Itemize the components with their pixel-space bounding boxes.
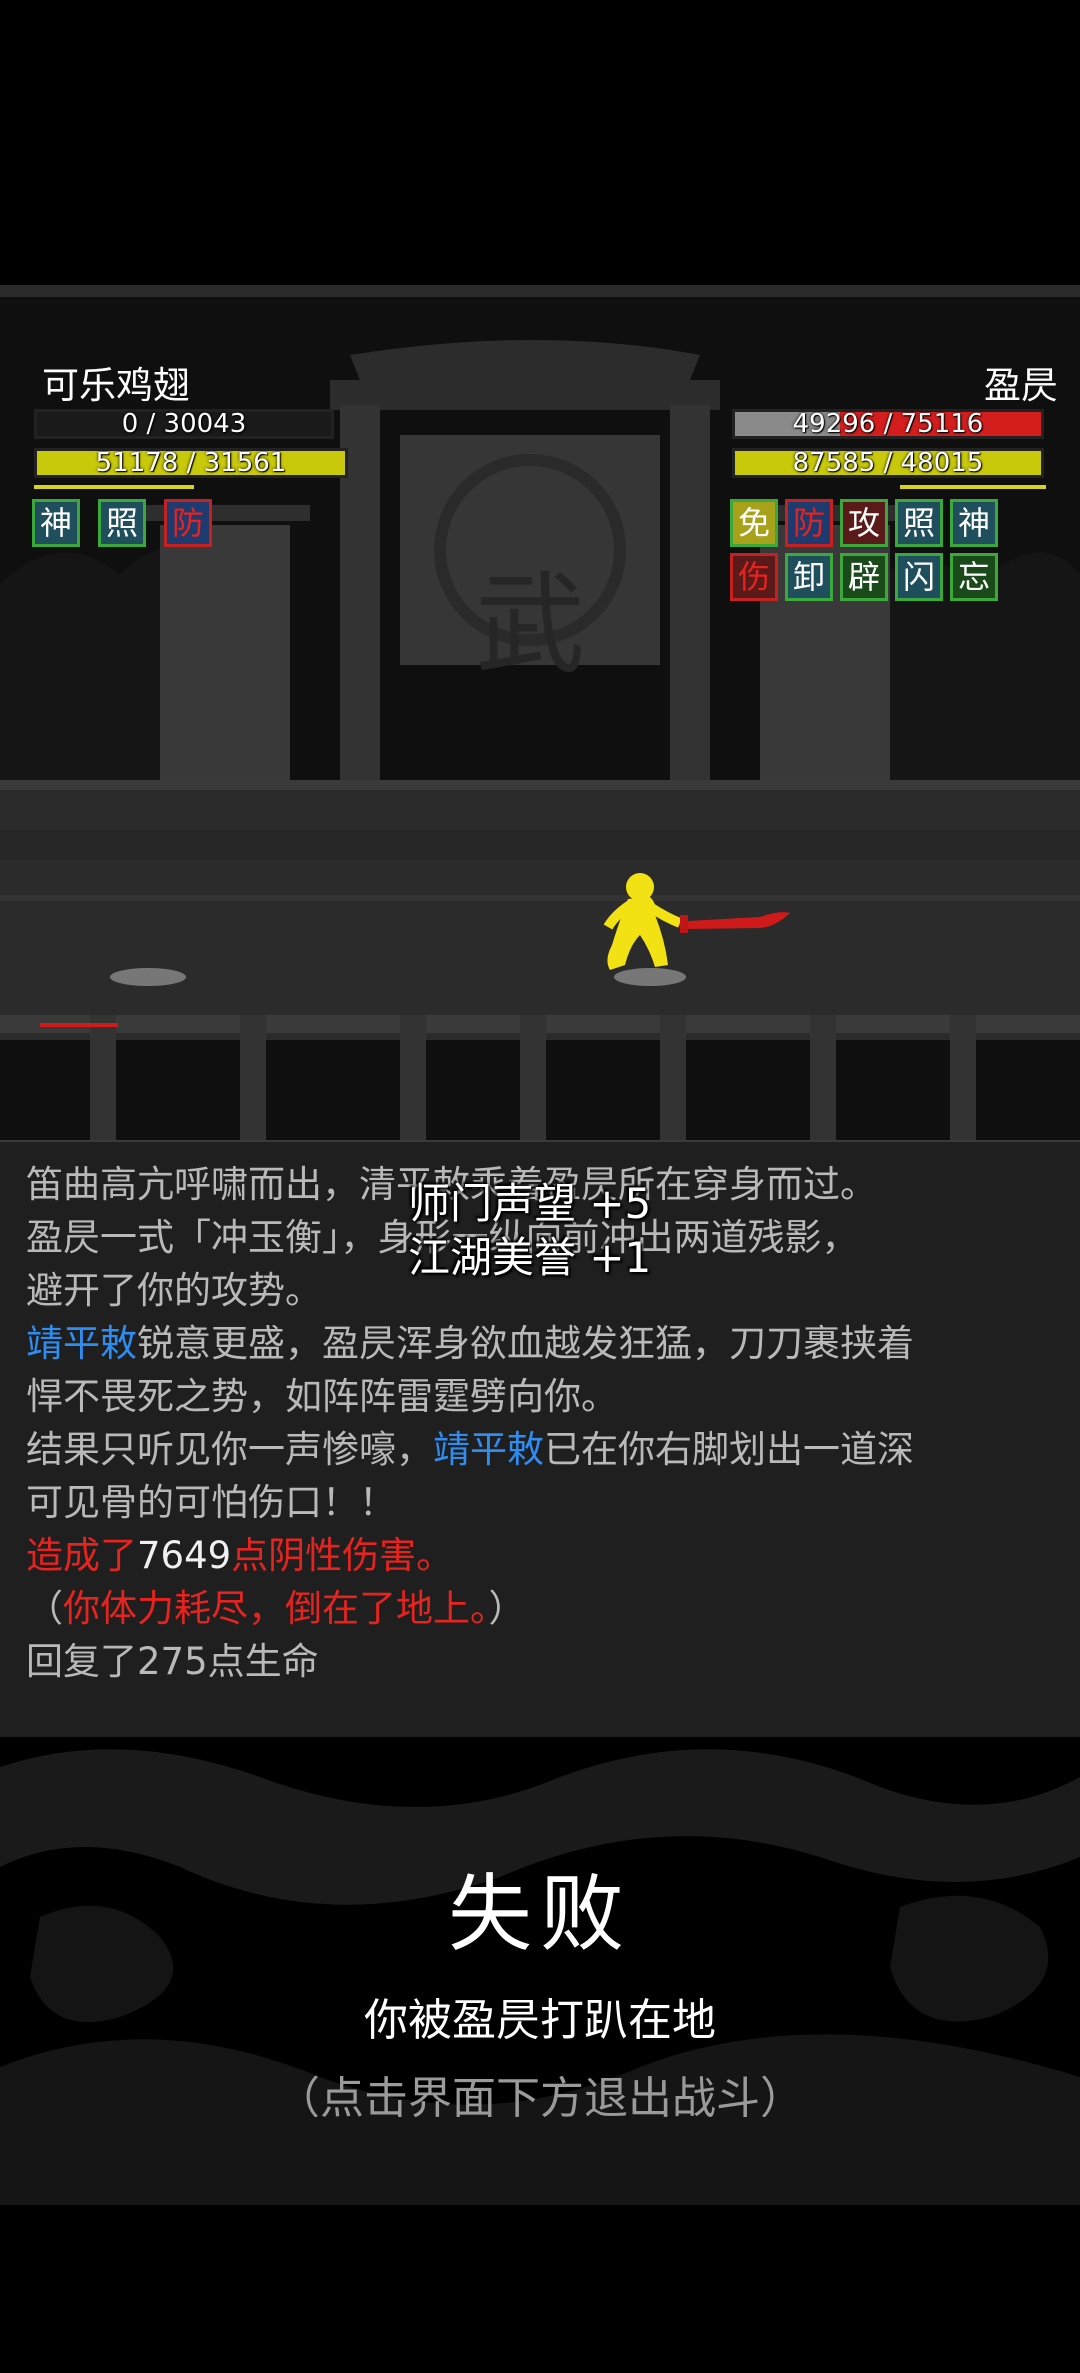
status-icon[interactable]: 攻 [840,499,888,547]
ink-smoke-background [0,1749,1080,2205]
log-text: 点阴性伤害。 [231,1534,454,1577]
enemy-status-row-1: 免 防 攻 照 神 [730,499,998,547]
enemy-energy-text: 87585 / 48015 [792,448,984,478]
enemy-hp-text: 49296 / 75116 [792,409,984,439]
player-energy-bar: 51178 / 31561 [34,448,348,478]
log-text: 你体力耗尽，倒在了地上。 [63,1587,489,1630]
log-text: 已在你右脚划出一道深 [544,1428,914,1471]
log-name: 靖平敕 [26,1322,137,1365]
log-text: （ [26,1587,63,1630]
status-icon[interactable]: 伤 [730,553,778,601]
log-text: 造成了 [26,1534,137,1577]
log-name: 靖平敕 [433,1428,544,1471]
player-name: 可乐鸡翅 [42,364,190,407]
result-subtitle: 你被盈昃打趴在地 [364,1995,716,2046]
enemy-status-row-2: 伤 卸 辟 闪 忘 [730,553,998,601]
log-line: 可见骨的可怕伤口！！ [26,1481,396,1524]
log-line: 回复了275点生命 [26,1640,319,1683]
status-icon[interactable]: 卸 [785,553,833,601]
log-text: ） [488,1587,526,1630]
player-status-row: 神 照 防 [32,499,212,547]
log-text: 锐意更盛，盈昃浑身欲血越发狂猛，刀刀裹挟着 [137,1322,914,1365]
status-icon[interactable]: 免 [730,499,778,547]
status-icon[interactable]: 照 [895,499,943,547]
gate-character: 武 [475,561,585,689]
status-icon[interactable]: 忘 [950,553,998,601]
status-icon[interactable]: 神 [950,499,998,547]
status-icon[interactable]: 防 [785,499,833,547]
log-text: 结果只听见你一声惨嚎， [26,1428,433,1471]
result-title: 失败 [447,1865,632,1963]
enemy-energy-underline [900,485,1046,489]
enemy-energy-bar: 87585 / 48015 [732,448,1044,478]
battle-scene: 武 可乐鸡翅 0 / 30043 51178 / 31561 神 照 防 盈昃 … [0,285,1080,1145]
player-energy-underline [34,485,194,489]
enemy-hp-bar: 49296 / 75116 [732,409,1044,439]
log-line: 靖平敕锐意更盛，盈昃浑身欲血越发狂猛，刀刀裹挟着 [26,1317,1050,1370]
player-energy-text: 51178 / 31561 [95,448,287,478]
status-icon[interactable]: 防 [164,499,212,547]
battle-result-panel[interactable]: 失败 你被盈昃打趴在地 （点击界面下方退出战斗） [0,1737,1080,2205]
reward-popup: 江湖美誉 +1 [408,1233,652,1282]
log-line: 结果只听见你一声惨嚎，靖平敕已在你右脚划出一道深 [26,1423,1050,1476]
damage-number: 7649 [137,1534,232,1577]
reward-popup: 师门声望 +5 [408,1179,652,1228]
log-line: 造成了7649点阴性伤害。 [26,1529,1050,1582]
player-hp-bar: 0 / 30043 [34,409,334,439]
exit-battle-hint[interactable]: （点击界面下方退出战斗） [0,2062,1080,2126]
status-icon[interactable]: 辟 [840,553,888,601]
log-line: 悍不畏死之势，如阵阵雷霆劈向你。 [26,1375,618,1418]
player-hp-text: 0 / 30043 [121,409,247,439]
combat-log[interactable]: 笛曲高亢呼啸而出，清平敕乘着盈昃所在穿身而过。 盈昃一式「冲玉衡」，身形一纵向前… [0,1140,1080,1739]
status-icon[interactable]: 闪 [895,553,943,601]
status-icon[interactable]: 照 [98,499,146,547]
log-line: （你体力耗尽，倒在了地上。） [26,1582,1050,1635]
status-icon[interactable]: 神 [32,499,80,547]
enemy-name: 盈昃 [984,364,1058,407]
